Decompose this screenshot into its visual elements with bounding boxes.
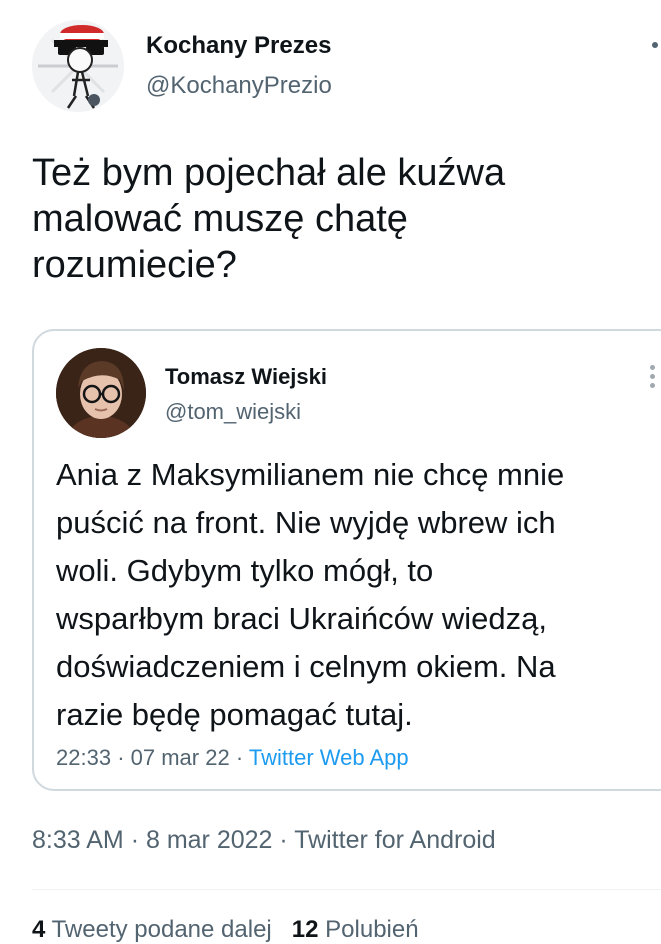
quote-more-options-icon[interactable] (650, 365, 656, 392)
retweets-count: 4 (32, 916, 46, 943)
meta-separator: · (235, 745, 244, 770)
tweet-date[interactable]: 8 mar 2022 (146, 826, 272, 854)
tweet-source[interactable]: Twitter for Android (294, 826, 495, 854)
quote-author-avatar[interactable] (56, 348, 146, 438)
author-name[interactable]: Kochany Prezes (146, 32, 331, 60)
avatar-cartoon-icon (32, 20, 124, 112)
author-avatar[interactable] (32, 20, 124, 112)
author-handle[interactable]: @KochanyPrezio (146, 72, 332, 100)
retweets-stat[interactable]: 4 Tweety podane dalej (32, 916, 272, 943)
quote-text: Ania z Maksymilianem nie chcę mnie puści… (56, 457, 565, 732)
divider (32, 889, 661, 890)
retweets-label: Tweety podane dalej (51, 916, 272, 943)
quote-date: 07 mar 22 (130, 745, 230, 770)
tweet-text: Też bym pojechał ale kuźwa malować muszę… (32, 152, 506, 286)
tweet-meta: 8:33 AM · 8 mar 2022 · Twitter for Andro… (32, 826, 496, 855)
tweet-time[interactable]: 8:33 AM (32, 826, 124, 854)
quote-time: 22:33 (56, 745, 112, 770)
meta-separator: · (130, 826, 140, 854)
quote-author-handle[interactable]: @tom_wiejski (165, 399, 301, 425)
quote-author-name[interactable]: Tomasz Wiejski (165, 364, 327, 390)
quoted-tweet-card[interactable]: Tomasz Wiejski @tom_wiejski Ania z Maksy… (32, 329, 661, 791)
tweet-stats: 4 Tweety podane dalej 12 Polubień (32, 916, 419, 944)
meta-separator: · (279, 826, 288, 854)
likes-label: Polubień (325, 916, 419, 943)
avatar-photo-icon (56, 348, 146, 438)
more-options-icon[interactable] (652, 42, 658, 48)
quote-meta: 22:33 · 07 mar 22 · Twitter Web App (56, 745, 409, 771)
likes-stat[interactable]: 12 Polubień (292, 916, 419, 943)
quote-source-link[interactable]: Twitter Web App (249, 745, 409, 770)
likes-count: 12 (291, 916, 319, 943)
meta-separator: · (117, 745, 125, 770)
